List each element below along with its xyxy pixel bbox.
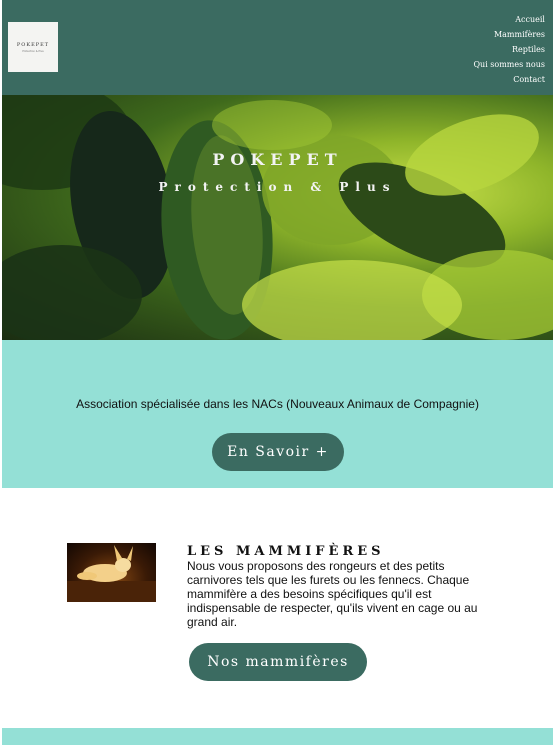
intro-section: Association spécialisée dans les NACs (N… bbox=[2, 340, 553, 488]
hero-banner: POKEPET Protection & Plus bbox=[2, 95, 553, 340]
nav-link-accueil[interactable]: Accueil bbox=[473, 12, 545, 27]
hero-leaves-image bbox=[2, 95, 553, 340]
page: POKEPET Protection & Plus Accueil Mammif… bbox=[2, 0, 553, 745]
logo-title: POKEPET bbox=[16, 41, 50, 48]
site-logo[interactable]: POKEPET Protection & Plus bbox=[8, 22, 58, 72]
site-header: POKEPET Protection & Plus Accueil Mammif… bbox=[2, 0, 553, 95]
nav-link-mammiferes[interactable]: Mammifères bbox=[473, 27, 545, 42]
nos-mammiferes-button[interactable]: Nos mammifères bbox=[189, 643, 367, 681]
mammals-section: LES MAMMIFÈRES Nous vous proposons des r… bbox=[2, 488, 553, 728]
logo-subtitle: Protection & Plus bbox=[22, 49, 44, 53]
fennec-photo bbox=[67, 543, 156, 602]
next-section-band bbox=[2, 728, 553, 745]
hero-title: POKEPET bbox=[212, 150, 343, 169]
nav-link-reptiles[interactable]: Reptiles bbox=[473, 42, 545, 57]
main-nav: Accueil Mammifères Reptiles Qui sommes n… bbox=[473, 12, 545, 87]
mammals-description: Nous vous proposons des rongeurs et des … bbox=[187, 559, 478, 629]
nav-link-qui-sommes-nous[interactable]: Qui sommes nous bbox=[473, 57, 545, 72]
en-savoir-plus-button[interactable]: En Savoir + bbox=[212, 433, 344, 471]
nav-link-contact[interactable]: Contact bbox=[473, 72, 545, 87]
mammals-title: LES MAMMIFÈRES bbox=[187, 544, 385, 559]
hero-subtitle: Protection & Plus bbox=[158, 180, 397, 194]
intro-text: Association spécialisée dans les NACs (N… bbox=[76, 397, 479, 411]
